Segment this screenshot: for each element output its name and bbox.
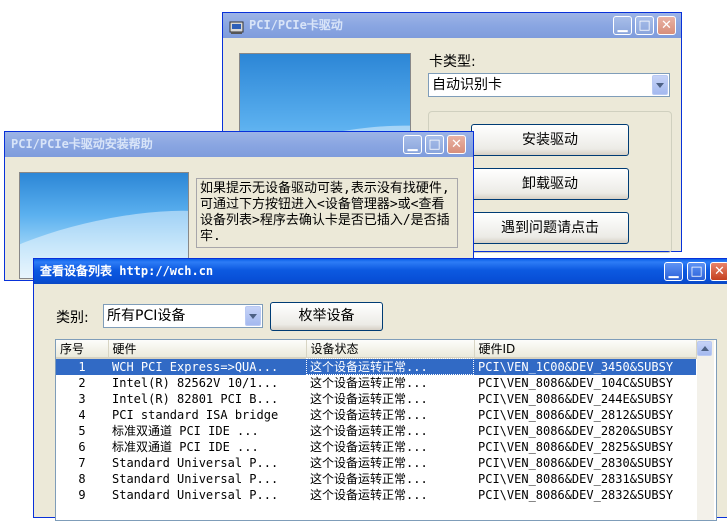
maximize-icon: □: [690, 264, 703, 279]
device-list-title: 查看设备列表 http://wch.cn: [40, 264, 214, 278]
dropdown-arrow-icon[interactable]: [245, 306, 261, 326]
row-index-cell: 6: [78, 440, 86, 454]
table-row[interactable]: 1 WCH PCI Express=>QUA... 这个设备运转正常... PCI\V…: [56, 358, 696, 375]
row-status-cell: 这个设备运转正常...: [306, 358, 474, 375]
row-hardware-id-cell: PCI\VEN_8086&DEV_2820&SUBSY: [478, 424, 674, 438]
table-row[interactable]: 2 Intel(R) 82562V 10/1... 这个设备运转正常... PCI\V…: [56, 375, 696, 391]
row-hardware-id-cell: PCI\VEN_8086&DEV_104C&SUBSY: [478, 376, 674, 390]
row-index-cell: 9: [78, 488, 86, 502]
table-row[interactable]: 9 Standard Universal P... 这个设备运转正常... PCI\V…: [56, 487, 696, 503]
row-hardware-cell: 标准双通道 PCI IDE ...: [112, 424, 259, 438]
row-hardware-cell: PCI standard ISA bridge: [112, 408, 279, 422]
app-icon: [229, 18, 244, 34]
help-window-titlebar[interactable]: PCI/PCIe卡驱动安装帮助 ▁ □ ✕: [5, 132, 473, 157]
minimize-icon: ▁: [668, 264, 679, 279]
column-header-index[interactable]: 序号: [56, 340, 109, 359]
maximize-button[interactable]: □: [687, 262, 706, 281]
driver-window-title: PCI/PCIe卡驱动: [249, 18, 343, 32]
row-hardware-cell: Standard Universal P...: [112, 472, 279, 486]
minimize-icon: ▁: [407, 137, 418, 152]
uninstall-driver-button[interactable]: 卸载驱动: [471, 168, 629, 200]
close-button[interactable]: ✕: [657, 16, 676, 35]
row-hardware-id-cell: PCI\VEN_8086&DEV_2831&SUBSY: [478, 472, 674, 486]
card-type-value: 自动识别卡: [432, 77, 502, 93]
table-row[interactable]: 8 Standard Universal P... 这个设备运转正常... PCI\V…: [56, 471, 696, 487]
category-label: 类别:: [56, 310, 89, 326]
row-hardware-cell: Intel(R) 82562V 10/1...: [112, 376, 279, 390]
row-hardware-cell: WCH PCI Express=>QUA...: [108, 358, 306, 375]
close-icon: ✕: [451, 137, 462, 152]
row-status-cell: 这个设备运转正常...: [310, 440, 428, 454]
device-list-titlebar[interactable]: 查看设备列表 http://wch.cn ▁ □ ✕: [34, 259, 727, 284]
row-status-cell: 这个设备运转正常...: [310, 456, 428, 470]
device-list-window: 查看设备列表 http://wch.cn ▁ □ ✕ 类别: 所有PCI设备 枚…: [33, 258, 727, 521]
column-header-hardware-id[interactable]: 硬件ID: [474, 340, 697, 359]
row-index-cell: 2: [78, 376, 86, 390]
maximize-button[interactable]: □: [635, 16, 654, 35]
minimize-button[interactable]: ▁: [613, 16, 632, 35]
vertical-scrollbar[interactable]: [697, 340, 714, 520]
row-status-cell: 这个设备运转正常...: [310, 376, 428, 390]
maximize-button[interactable]: □: [425, 135, 444, 154]
device-list[interactable]: 序号 硬件 设备状态 硬件ID 1 WCH PCI Express=>QUA...…: [55, 339, 717, 521]
table-row[interactable]: 3 Intel(R) 82801 PCI B... 这个设备运转正常... PCI\V…: [56, 391, 696, 407]
row-index-cell: 8: [78, 472, 86, 486]
maximize-icon: □: [428, 137, 441, 152]
minimize-icon: ▁: [617, 18, 628, 33]
column-header-hardware[interactable]: 硬件: [108, 340, 307, 359]
maximize-icon: □: [638, 18, 651, 33]
device-table: 序号 硬件 设备状态 硬件ID 1 WCH PCI Express=>QUA...…: [56, 340, 697, 503]
table-row[interactable]: 5 标准双通道 PCI IDE ... 这个设备运转正常... PCI\VEN_808…: [56, 423, 696, 439]
close-icon: ✕: [714, 264, 725, 279]
category-select[interactable]: 所有PCI设备: [103, 304, 263, 328]
table-header: 序号 硬件 设备状态 硬件ID: [56, 340, 697, 359]
row-hardware-cell: Standard Universal P...: [112, 456, 279, 470]
help-text: 如果提示无设备驱动可装,表示没有找硬件,可通过下方按钮进入<设备管理器>或<查看…: [196, 178, 458, 248]
row-hardware-cell: 标准双通道 PCI IDE ...: [112, 440, 259, 454]
row-index-cell: 4: [78, 408, 86, 422]
row-status-cell: 这个设备运转正常...: [310, 472, 428, 486]
row-index-cell: 5: [78, 424, 86, 438]
table-row[interactable]: 6 标准双通道 PCI IDE ... 这个设备运转正常... PCI\VEN_808…: [56, 439, 696, 455]
close-button[interactable]: ✕: [447, 135, 466, 154]
help-problem-button[interactable]: 遇到问题请点击: [471, 212, 629, 244]
row-status-cell: 这个设备运转正常...: [310, 488, 428, 502]
row-index-cell: 1: [56, 358, 108, 375]
row-hardware-id-cell: PCI\VEN_1C00&DEV_3450&SUBSY: [474, 358, 696, 375]
row-index-cell: 7: [78, 456, 86, 470]
enumerate-devices-button[interactable]: 枚举设备: [270, 302, 383, 331]
install-driver-button[interactable]: 安装驱动: [471, 124, 629, 156]
row-hardware-cell: Intel(R) 82801 PCI B...: [112, 392, 279, 406]
close-button[interactable]: ✕: [710, 262, 727, 281]
row-hardware-id-cell: PCI\VEN_8086&DEV_244E&SUBSY: [478, 392, 674, 406]
card-type-select[interactable]: 自动识别卡: [428, 73, 670, 97]
table-row[interactable]: 7 Standard Universal P... 这个设备运转正常... PCI\V…: [56, 455, 696, 471]
driver-window-titlebar[interactable]: PCI/PCIe卡驱动 ▁ □ ✕: [223, 13, 681, 38]
scroll-up-icon[interactable]: [697, 341, 712, 356]
card-type-label: 卡类型:: [429, 54, 476, 70]
help-window-title: PCI/PCIe卡驱动安装帮助: [11, 137, 153, 151]
minimize-button[interactable]: ▁: [664, 262, 683, 281]
minimize-button[interactable]: ▁: [403, 135, 422, 154]
row-status-cell: 这个设备运转正常...: [310, 408, 428, 422]
row-hardware-id-cell: PCI\VEN_8086&DEV_2825&SUBSY: [478, 440, 674, 454]
dropdown-arrow-icon[interactable]: [652, 75, 668, 95]
row-hardware-cell: Standard Universal P...: [112, 488, 279, 502]
table-row[interactable]: 4 PCI standard ISA bridge 这个设备运转正常... PCI\V…: [56, 407, 696, 423]
row-hardware-id-cell: PCI\VEN_8086&DEV_2812&SUBSY: [478, 408, 674, 422]
close-icon: ✕: [661, 18, 672, 33]
row-status-cell: 这个设备运转正常...: [310, 424, 428, 438]
row-index-cell: 3: [78, 392, 86, 406]
row-hardware-id-cell: PCI\VEN_8086&DEV_2832&SUBSY: [478, 488, 674, 502]
row-status-cell: 这个设备运转正常...: [310, 392, 428, 406]
category-value: 所有PCI设备: [107, 308, 186, 324]
column-header-status[interactable]: 设备状态: [306, 340, 475, 359]
row-hardware-id-cell: PCI\VEN_8086&DEV_2830&SUBSY: [478, 456, 674, 470]
